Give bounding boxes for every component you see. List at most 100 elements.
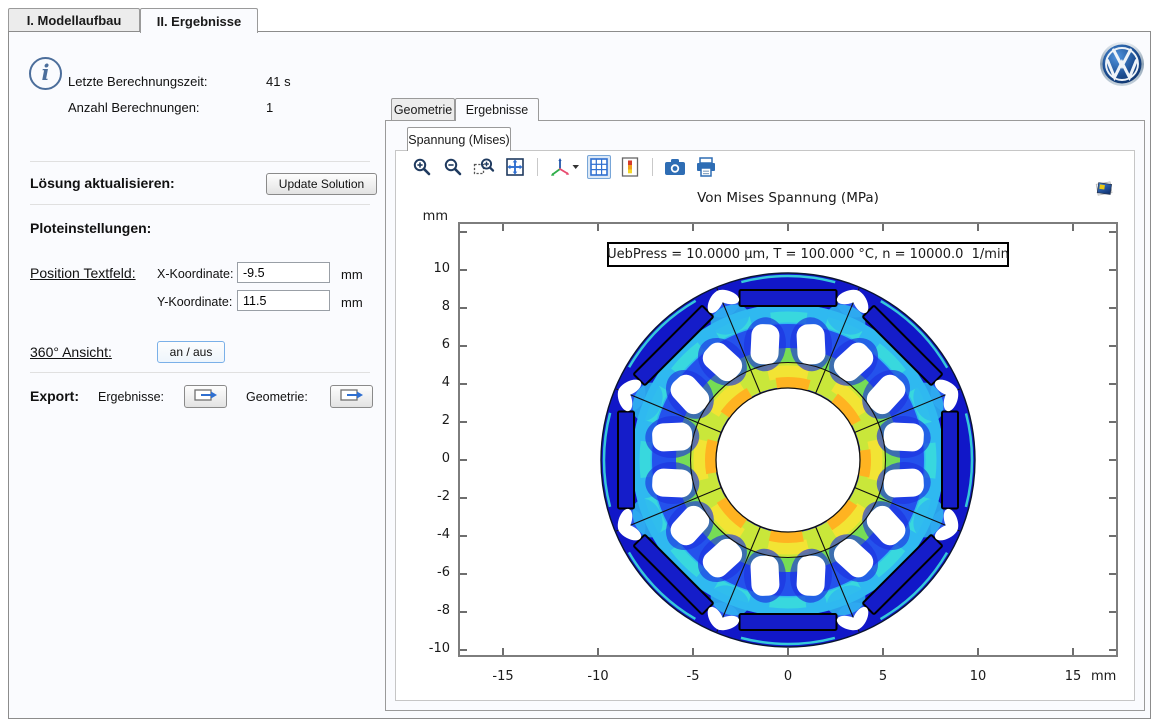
axis-orientation-icon[interactable]	[548, 155, 580, 179]
y-tick-right	[1109, 345, 1116, 347]
y-tick-label: 8	[398, 299, 450, 314]
computation-count-value: 1	[266, 100, 273, 115]
export-icon	[339, 387, 365, 406]
y-tick-label: -2	[398, 489, 450, 504]
y-tick-label: 4	[398, 375, 450, 390]
export-icon	[193, 387, 219, 406]
toolbar-separator	[537, 158, 538, 176]
y-tick-label: -10	[398, 641, 450, 656]
tab-ergebnisse-inner-label: Ergebnisse	[466, 103, 529, 117]
separator	[30, 372, 370, 373]
y-tick-label: -6	[398, 565, 450, 580]
x-tick-bottom	[1072, 648, 1074, 655]
export-label: Export:	[30, 388, 79, 404]
y-tick-label: -4	[398, 527, 450, 542]
x-tick-bottom	[692, 648, 694, 655]
info-icon: i	[29, 57, 62, 90]
y-tick-right	[1109, 535, 1116, 537]
y-tick-left	[460, 383, 467, 385]
export-geometry-label: Geometrie:	[246, 390, 308, 404]
x-tick-top	[977, 224, 979, 231]
separator	[30, 204, 370, 205]
tab-spannung-mises-label: Spannung (Mises)	[408, 133, 509, 147]
graphics-toolbar	[410, 154, 718, 180]
tab-spannung-mises[interactable]: Spannung (Mises)	[407, 127, 511, 151]
y-tick-label: 2	[398, 413, 450, 428]
plot-title: Von Mises Spannung (MPa)	[458, 190, 1118, 206]
y-tick-right	[1109, 421, 1116, 423]
y-coordinate-unit: mm	[341, 295, 363, 310]
y-tick-label: 10	[398, 261, 450, 276]
export-results-label: Ergebnisse:	[98, 390, 164, 404]
y-tick-right	[1109, 307, 1116, 309]
print-icon[interactable]	[694, 155, 718, 179]
tab-modellaufbau-label: I. Modellaufbau	[27, 13, 122, 28]
tab-modellaufbau[interactable]: I. Modellaufbau	[8, 8, 140, 31]
export-geometry-button[interactable]	[330, 385, 373, 408]
color-legend-icon[interactable]	[618, 155, 642, 179]
tab-geometrie[interactable]: Geometrie	[391, 98, 455, 120]
x-coordinate-input[interactable]	[237, 262, 330, 283]
y-tick-left	[460, 269, 467, 271]
tab-ergebnisse[interactable]: II. Ergebnisse	[140, 8, 258, 33]
y-tick-left	[460, 649, 467, 651]
update-solution-label: Lösung aktualisieren:	[30, 175, 175, 191]
y-tick-left	[460, 231, 467, 233]
zoom-extents-icon[interactable]	[503, 155, 527, 179]
zoom-box-icon[interactable]	[472, 155, 496, 179]
toolbar-separator	[652, 158, 653, 176]
x-tick-top	[502, 224, 504, 231]
x-tick-label: -5	[671, 669, 715, 684]
view-360-label: 360° Ansicht:	[30, 344, 112, 360]
x-tick-label: -10	[576, 669, 620, 684]
x-tick-label: 5	[861, 669, 905, 684]
x-tick-top	[882, 224, 884, 231]
x-tick-bottom	[502, 648, 504, 655]
y-tick-right	[1109, 649, 1116, 651]
y-tick-left	[460, 307, 467, 309]
x-tick-label: 10	[956, 669, 1000, 684]
y-coordinate-input[interactable]	[237, 290, 330, 311]
y-tick-right	[1109, 383, 1116, 385]
grid-icon[interactable]	[587, 155, 611, 179]
y-tick-right	[1109, 231, 1116, 233]
tab-ergebnisse-inner[interactable]: Ergebnisse	[455, 98, 539, 121]
last-computation-label: Letzte Berechnungszeit:	[68, 74, 207, 89]
zoom-in-icon[interactable]	[410, 155, 434, 179]
y-tick-left	[460, 497, 467, 499]
x-tick-bottom	[787, 648, 789, 655]
snapshot-camera-icon[interactable]	[663, 155, 687, 179]
x-tick-bottom	[882, 648, 884, 655]
plot-refresh-icon[interactable]	[1094, 178, 1114, 203]
y-tick-right	[1109, 497, 1116, 499]
last-computation-value: 41 s	[266, 74, 291, 89]
textfield-position-label: Position Textfeld:	[30, 265, 136, 281]
y-axis-unit: mm	[404, 209, 448, 224]
export-results-button[interactable]	[184, 385, 227, 408]
x-tick-label: -15	[481, 669, 525, 684]
tab-geometrie-label: Geometrie	[394, 103, 452, 117]
plot-annotation: UebPress = 10.0000 µm, T = 100.000 °C, n…	[607, 242, 1009, 267]
view-360-toggle-button[interactable]: an / aus	[157, 341, 225, 363]
y-tick-left	[460, 535, 467, 537]
y-tick-label: -8	[398, 603, 450, 618]
x-tick-bottom	[977, 648, 979, 655]
computation-count-label: Anzahl Berechnungen:	[68, 100, 200, 115]
x-coordinate-label: X-Koordinate:	[157, 267, 233, 281]
y-tick-left	[460, 421, 467, 423]
update-solution-button[interactable]: Update Solution	[266, 173, 377, 195]
y-tick-right	[1109, 269, 1116, 271]
x-tick-top	[1072, 224, 1074, 231]
x-tick-top	[787, 224, 789, 231]
y-tick-label: 6	[398, 337, 450, 352]
y-coordinate-label: Y-Koordinate:	[157, 295, 232, 309]
app-window: I. Modellaufbau II. Ergebnisse i Letzte …	[0, 0, 1158, 724]
y-tick-label: 0	[398, 451, 450, 466]
y-tick-right	[1109, 459, 1116, 461]
zoom-out-icon[interactable]	[441, 155, 465, 179]
rotor-stress-plot[interactable]	[588, 260, 988, 660]
y-tick-left	[460, 573, 467, 575]
x-tick-top	[692, 224, 694, 231]
vw-logo	[1099, 41, 1145, 92]
x-tick-label: 0	[766, 669, 810, 684]
